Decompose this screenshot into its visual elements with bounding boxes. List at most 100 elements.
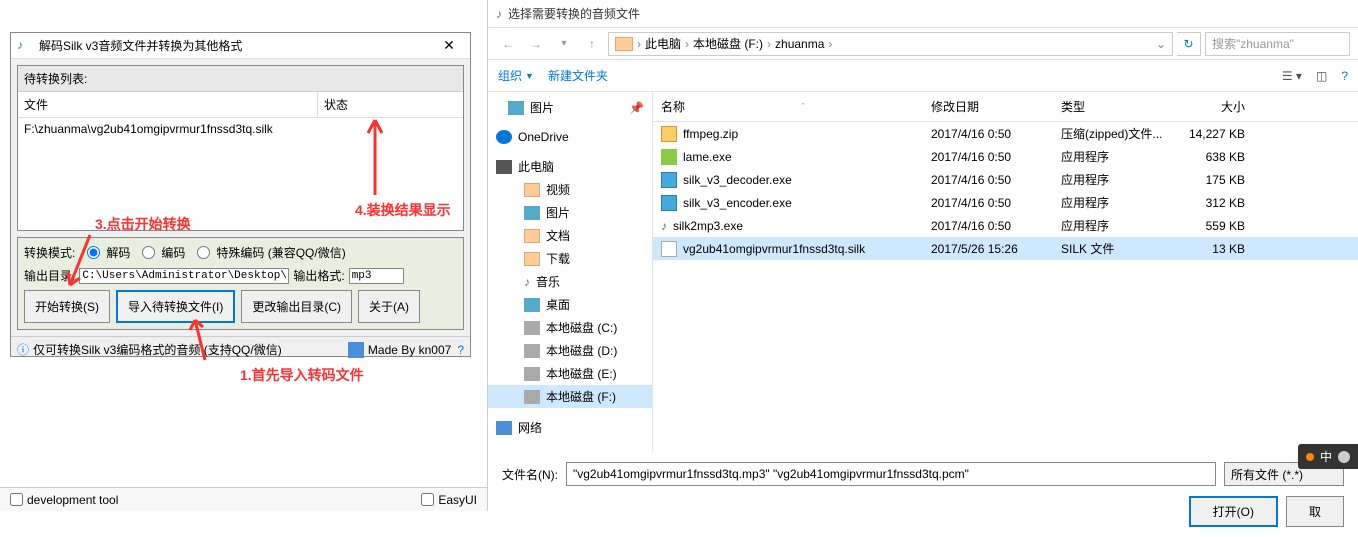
breadcrumb[interactable]: › 此电脑 › 本地磁盘 (F:) › zhuanma › ⌄ <box>608 32 1173 56</box>
header-name[interactable]: 名称ˆ <box>653 92 923 121</box>
file-row[interactable]: ffmpeg.zip2017/4/16 0:50压缩(zipped)文件...1… <box>653 122 1358 145</box>
ime-indicator[interactable]: 中 <box>1298 444 1358 469</box>
app-music-icon: ♪ <box>17 38 33 54</box>
folder-icon <box>615 37 633 51</box>
silk-titlebar: ♪ 解码Silk v3音频文件并转换为其他格式 ✕ <box>11 33 470 59</box>
file-name: lame.exe <box>683 150 732 164</box>
new-folder-button[interactable]: 新建文件夹 <box>548 67 608 84</box>
change-outdir-button[interactable]: 更改输出目录(C) <box>241 290 352 323</box>
breadcrumb-disk[interactable]: 本地磁盘 (F:) <box>693 35 763 52</box>
sidebar-video[interactable]: 视频 <box>488 178 652 201</box>
sidebar-onedrive[interactable]: OneDrive <box>488 127 652 147</box>
file-row[interactable]: lame.exe2017/4/16 0:50应用程序638 KB <box>653 145 1358 168</box>
file-date: 2017/5/26 15:26 <box>923 239 1053 259</box>
file-date: 2017/4/16 0:50 <box>923 124 1053 144</box>
silk-decoder-window: ♪ 解码Silk v3音频文件并转换为其他格式 ✕ 待转换列表: 文件 状态 F… <box>10 32 471 357</box>
dialog-buttons: 打开(O) 取 <box>488 496 1358 537</box>
file-type: 应用程序 <box>1053 214 1173 237</box>
out-fmt-label: 输出格式: <box>293 267 344 284</box>
sidebar-thispc[interactable]: 此电脑 <box>488 155 652 178</box>
file-type-icon <box>661 195 677 211</box>
breadcrumb-dropdown-icon[interactable]: ⌄ <box>1156 37 1166 51</box>
ime-lang: 中 <box>1320 448 1332 465</box>
sidebar-desktop[interactable]: 桌面 <box>488 293 652 316</box>
sidebar-docs[interactable]: 文档 <box>488 224 652 247</box>
breadcrumb-pc[interactable]: 此电脑 <box>645 35 681 52</box>
col-file-header: 文件 <box>18 92 318 117</box>
nav-back-icon[interactable]: ← <box>496 32 520 56</box>
help-icon[interactable]: ? <box>457 343 464 357</box>
file-size: 13 KB <box>1173 239 1253 259</box>
sort-asc-icon: ˆ <box>802 102 805 112</box>
breadcrumb-folder[interactable]: zhuanma <box>775 37 824 51</box>
out-dir-input[interactable] <box>79 268 289 284</box>
nav-history-icon[interactable]: ▾ <box>552 32 576 56</box>
header-date[interactable]: 修改日期 <box>923 92 1053 121</box>
sidebar-network[interactable]: 网络 <box>488 416 652 439</box>
close-icon[interactable]: ✕ <box>434 37 464 54</box>
dialog-filename-row: 文件名(N): <box>488 452 1358 496</box>
easyui-checkbox[interactable] <box>421 493 434 506</box>
queue-row[interactable]: F:\zhuanma\vg2ub41omgipvrmur1fnssd3tq.si… <box>18 118 463 140</box>
header-size[interactable]: 大小 <box>1173 92 1253 121</box>
file-type: 应用程序 <box>1053 191 1173 214</box>
sidebar-diske[interactable]: 本地磁盘 (E:) <box>488 362 652 385</box>
queue-columns: 文件 状态 <box>18 92 463 118</box>
radio-encode[interactable] <box>142 246 155 259</box>
out-fmt-input[interactable] <box>349 268 404 284</box>
file-name: ffmpeg.zip <box>683 127 738 141</box>
file-type: SILK 文件 <box>1053 237 1173 260</box>
sidebar-pictures[interactable]: 图片📌 <box>488 96 652 119</box>
devtool-checkbox[interactable] <box>10 493 23 506</box>
radio-decode[interactable] <box>87 246 100 259</box>
view-mode-icon[interactable]: ☰ ▾ <box>1282 69 1302 83</box>
header-type[interactable]: 类型 <box>1053 92 1173 121</box>
bottom-strip: development tool EasyUI <box>0 487 487 511</box>
sidebar-downloads[interactable]: 下载 <box>488 247 652 270</box>
file-row[interactable]: silk_v3_encoder.exe2017/4/16 0:50应用程序312… <box>653 191 1358 214</box>
devtool-label: development tool <box>27 493 118 507</box>
file-size: 559 KB <box>1173 216 1253 236</box>
disk-icon <box>524 344 540 358</box>
queue-header-label: 待转换列表: <box>18 66 463 92</box>
organize-menu[interactable]: 组织 ▼ <box>498 67 534 84</box>
refresh-icon[interactable]: ↻ <box>1177 32 1201 56</box>
filename-input[interactable] <box>566 462 1216 486</box>
preview-pane-icon[interactable]: ◫ <box>1316 69 1327 83</box>
onedrive-icon <box>496 130 512 144</box>
help-icon[interactable]: ? <box>1341 69 1348 83</box>
file-list-header: 名称ˆ 修改日期 类型 大小 <box>653 92 1358 122</box>
sidebar-diskd[interactable]: 本地磁盘 (D:) <box>488 339 652 362</box>
search-input[interactable]: 搜索"zhuanma" <box>1205 32 1350 56</box>
open-button[interactable]: 打开(O) <box>1189 496 1278 527</box>
sidebar-pics[interactable]: 图片 <box>488 201 652 224</box>
radio-encode-label: 编码 <box>161 244 185 261</box>
start-convert-button[interactable]: 开始转换(S) <box>24 290 110 323</box>
dialog-titlebar: ♪ 选择需要转换的音频文件 <box>488 0 1358 28</box>
col-status-header: 状态 <box>318 92 463 117</box>
app-music-icon: ♪ <box>496 7 502 21</box>
file-row[interactable]: vg2ub41omgipvrmur1fnssd3tq.silk2017/5/26… <box>653 237 1358 260</box>
queue-list: 待转换列表: 文件 状态 F:\zhuanma\vg2ub41omgipvrmu… <box>17 65 464 231</box>
nav-forward-icon[interactable]: → <box>524 32 548 56</box>
file-row[interactable]: ♪silk2mp3.exe2017/4/16 0:50应用程序559 KB <box>653 214 1358 237</box>
radio-special[interactable] <box>197 246 210 259</box>
info-icon: ⓘ <box>17 341 29 358</box>
file-name: silk_v3_decoder.exe <box>683 173 792 187</box>
file-row[interactable]: silk_v3_decoder.exe2017/4/16 0:50应用程序175… <box>653 168 1358 191</box>
about-button[interactable]: 关于(A) <box>358 290 420 323</box>
file-date: 2017/4/16 0:50 <box>923 170 1053 190</box>
documents-icon <box>524 229 540 243</box>
cancel-button[interactable]: 取 <box>1286 496 1344 527</box>
out-dir-label: 输出目录: <box>24 267 75 284</box>
file-size: 312 KB <box>1173 193 1253 213</box>
dialog-title: 选择需要转换的音频文件 <box>508 5 640 22</box>
mode-label: 转换模式: <box>24 244 75 261</box>
file-type: 压缩(zipped)文件... <box>1053 122 1173 145</box>
sidebar-music[interactable]: ♪音乐 <box>488 270 652 293</box>
import-files-button[interactable]: 导入待转换文件(I) <box>116 290 235 323</box>
nav-up-icon[interactable]: ↑ <box>580 32 604 56</box>
sidebar-diskc[interactable]: 本地磁盘 (C:) <box>488 316 652 339</box>
sidebar-diskf[interactable]: 本地磁盘 (F:) <box>488 385 652 408</box>
disk-icon <box>524 321 540 335</box>
